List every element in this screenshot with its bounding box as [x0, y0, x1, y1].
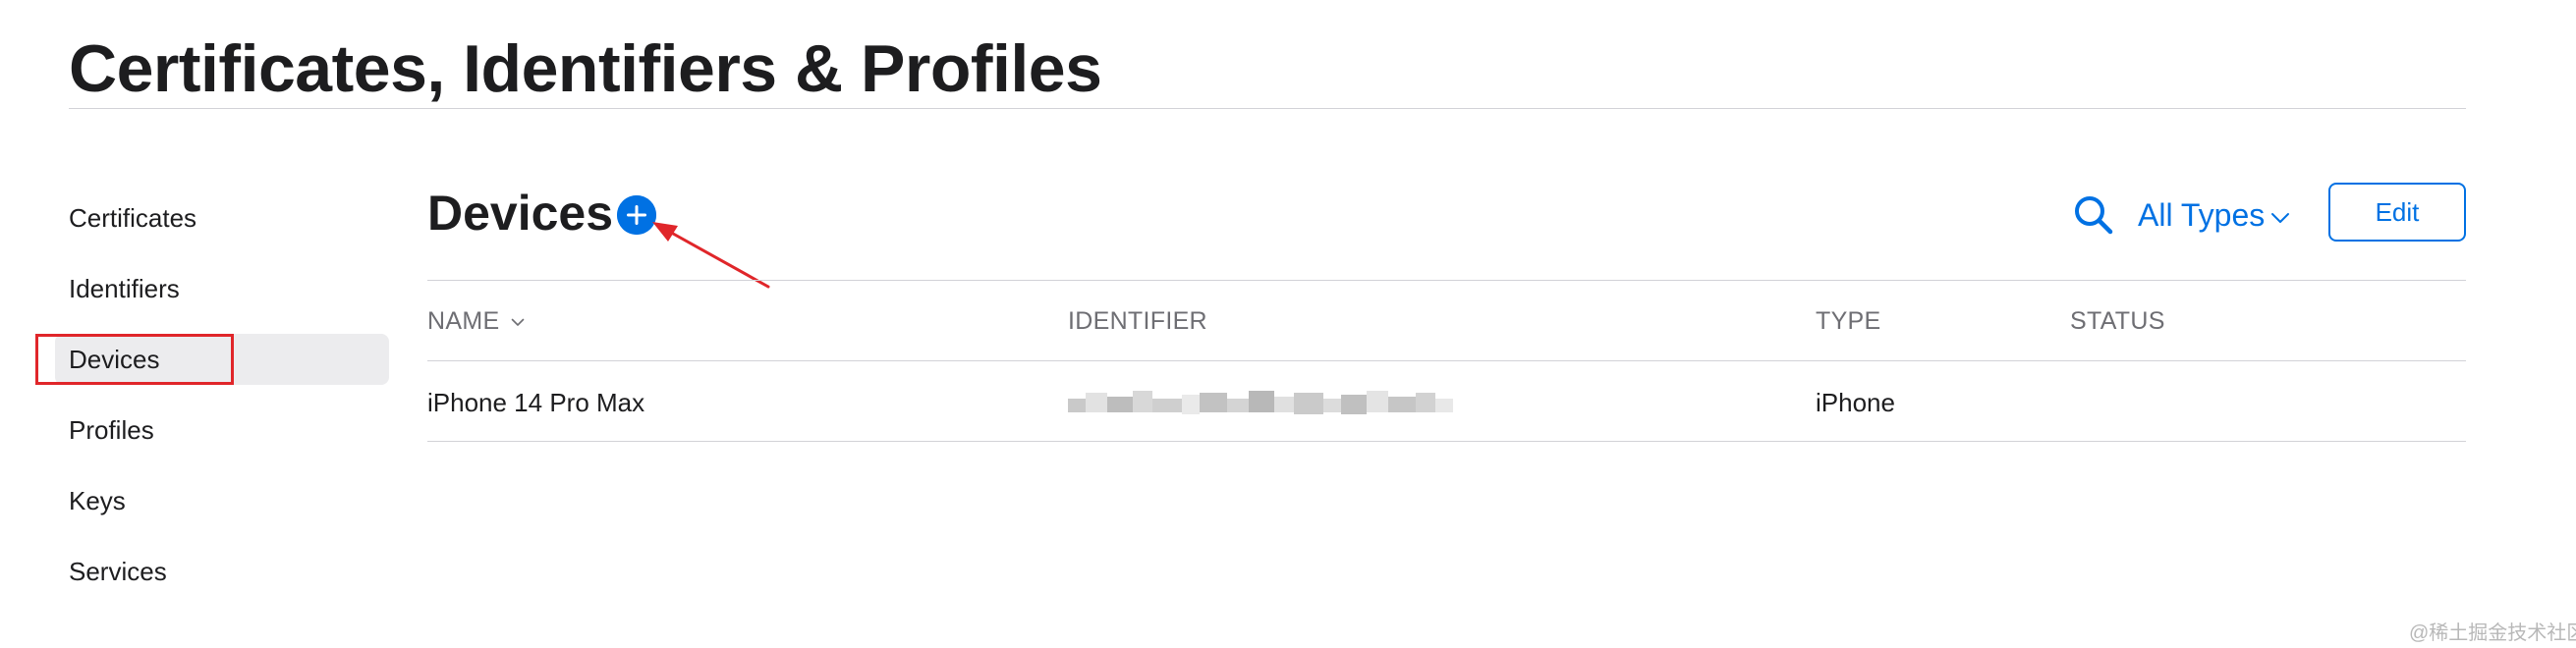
column-header-name[interactable]: NAME: [427, 301, 525, 341]
column-header-identifier: IDENTIFIER: [1068, 307, 1207, 335]
column-header-type: TYPE: [1816, 307, 1881, 335]
redacted-identifier: [1068, 391, 1453, 414]
column-header-status: STATUS: [2070, 307, 2165, 335]
type-filter-dropdown[interactable]: All Types: [2138, 190, 2290, 240]
add-device-button[interactable]: [617, 195, 656, 235]
sidebar-item-identifiers[interactable]: Identifiers: [55, 263, 389, 314]
annotation-arrow: [652, 222, 770, 289]
sidebar-item-keys[interactable]: Keys: [55, 475, 389, 526]
chevron-down-icon: [2271, 212, 2290, 223]
edit-button[interactable]: Edit: [2328, 183, 2466, 242]
sidebar-item-certificates[interactable]: Certificates: [55, 192, 389, 243]
column-header-label: NAME: [427, 307, 500, 335]
sidebar-item-devices[interactable]: Devices: [55, 334, 389, 385]
sidebar-item-services[interactable]: Services: [55, 546, 389, 597]
type-filter-label: All Types: [2138, 197, 2266, 233]
section-title: Devices: [427, 186, 614, 241]
search-icon: [2075, 196, 2113, 235]
table-row-divider: [427, 441, 2466, 442]
title-divider: [69, 108, 2466, 109]
device-type-cell: iPhone: [1816, 388, 1895, 417]
watermark: @稀土掘金技术社区: [2409, 622, 2576, 644]
sidebar-item-profiles[interactable]: Profiles: [55, 405, 389, 456]
table-header-divider: [427, 360, 2466, 361]
search-button[interactable]: [2071, 192, 2116, 238]
device-name-cell: iPhone 14 Pro Max: [427, 388, 645, 417]
plus-circle-icon: [617, 195, 656, 235]
table-top-divider: [427, 280, 2466, 281]
page-title: Certificates, Identifiers & Profiles: [69, 31, 1102, 106]
chevron-down-icon: [511, 318, 524, 326]
